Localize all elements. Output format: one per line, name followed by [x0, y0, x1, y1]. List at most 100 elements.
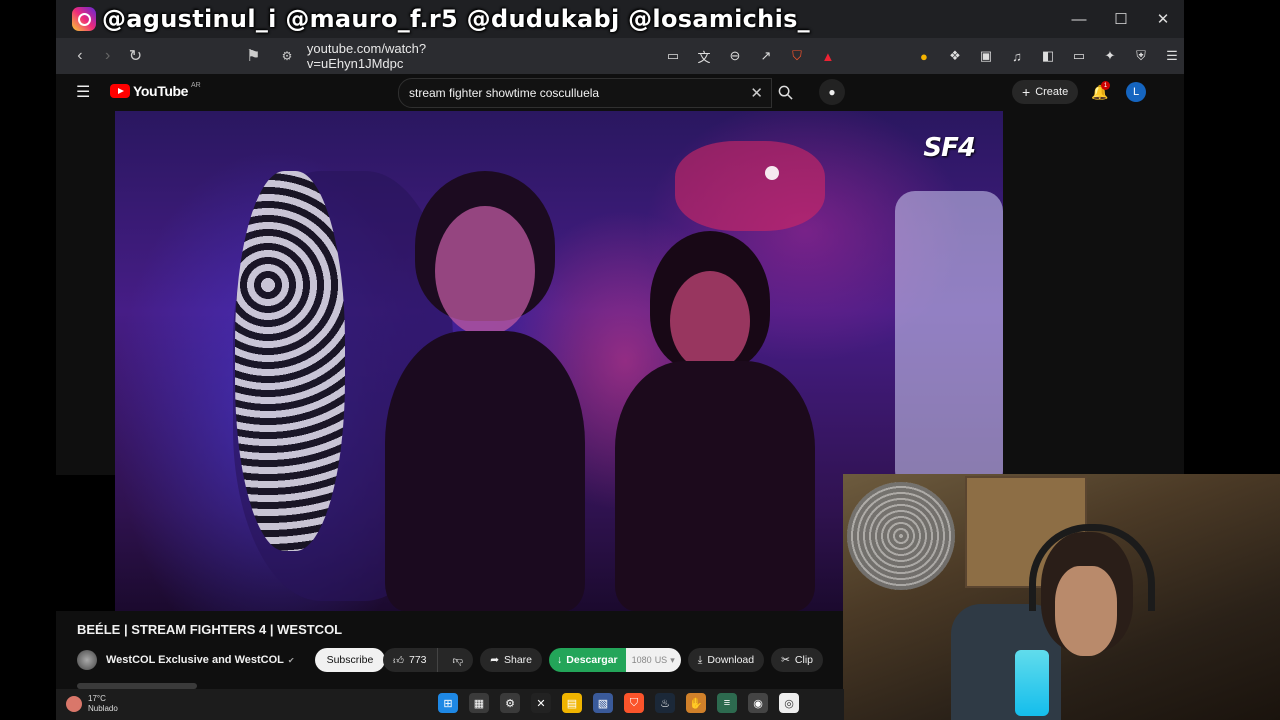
download-arrow-icon: ↓: [557, 654, 563, 666]
windows-start-icon[interactable]: ⊞: [438, 693, 458, 713]
weather-icon: [66, 696, 82, 712]
webcam-overlay: [843, 474, 1280, 720]
brave-shield-icon[interactable]: ⛉: [785, 44, 809, 68]
stream-overlay: @agustinul_i @mauro_f.r5 @dudukabj @losa…: [72, 2, 810, 36]
settings-app-icon[interactable]: ⚙: [500, 693, 520, 713]
browser-navbar: ‹ › ↻ ⚑ ⚙ youtube.com/watch?v=uEhyn1JMdp…: [56, 38, 1184, 74]
overlay-handles: @agustinul_i @mauro_f.r5 @dudukabj @losa…: [102, 5, 810, 33]
weather-widget[interactable]: 17°C Nublado: [66, 694, 118, 714]
notifications-bell-icon[interactable]: 🔔 1: [1088, 80, 1112, 104]
vpn-icon[interactable]: ⛨: [1129, 44, 1153, 68]
search-icon: [778, 85, 793, 100]
cam-fan: [847, 482, 955, 590]
minimize-button[interactable]: —: [1058, 0, 1100, 38]
window-controls: — ☐ ✕: [1058, 0, 1184, 38]
share-label: Share: [504, 654, 533, 666]
wallet-icon[interactable]: ▭: [1067, 44, 1091, 68]
descargar-extension: ↓ Descargar 1080 US ▾: [549, 648, 681, 672]
puzzle-icon[interactable]: ❖: [943, 44, 967, 68]
download-button[interactable]: ⤓ Download: [687, 648, 765, 672]
download-label: Download: [707, 654, 755, 666]
brave-browser-icon[interactable]: ⛉: [624, 693, 644, 713]
calendar-app-icon[interactable]: ▦: [469, 693, 489, 713]
share-arrow-icon: ➦: [490, 654, 499, 666]
screenshot-icon[interactable]: ▣: [974, 44, 998, 68]
sf4-watermark: SF4: [923, 133, 976, 163]
music-icon[interactable]: ♫: [1005, 44, 1029, 68]
share-icon[interactable]: ↗: [754, 44, 778, 68]
share-button[interactable]: ➦ Share: [480, 648, 543, 672]
instagram-icon: [72, 7, 96, 31]
windows-taskbar: 17°C Nublado ⊞ ▦ ⚙ ✕ ▤ ▧ ⛉ ♨ ✋ ≡ ◉ ◎: [56, 689, 844, 720]
quality-suffix: US: [654, 655, 668, 665]
taskbar-apps: ⊞ ▦ ⚙ ✕ ▤ ▧ ⛉ ♨ ✋ ≡ ◉ ◎: [438, 693, 799, 713]
weather-condition: Nublado: [88, 704, 118, 713]
hamburger-icon[interactable]: ☰: [76, 82, 90, 102]
youtube-wordmark: YouTube: [133, 83, 189, 99]
extension-coin-icon[interactable]: ●: [912, 44, 936, 68]
file-explorer-icon[interactable]: ▤: [562, 693, 582, 713]
site-info-icon[interactable]: ⚙: [273, 42, 301, 70]
cast-icon[interactable]: ▭: [661, 44, 685, 68]
clip-label: Clip: [794, 654, 813, 666]
quality-select[interactable]: 1080 US ▾: [625, 648, 681, 672]
menu-icon[interactable]: ☰: [1160, 44, 1184, 68]
search-query: stream fighter showtime cosculluela: [409, 86, 600, 100]
thumbs-down-icon: 👎︎: [452, 654, 464, 667]
bookmark-icon[interactable]: ⚑: [239, 42, 267, 70]
descargar-label: Descargar: [566, 654, 618, 666]
translate-icon[interactable]: 文: [692, 44, 716, 68]
like-dislike-group: 👍︎ 773 👎︎: [383, 648, 474, 672]
chrome-icon[interactable]: ◎: [779, 693, 799, 713]
app-icon[interactable]: ≡: [717, 693, 737, 713]
cam-cup: [1015, 650, 1049, 716]
avatar[interactable]: L: [1126, 82, 1146, 102]
verified-icon: ✔: [287, 655, 295, 665]
youtube-logo[interactable]: YouTube AR: [110, 81, 201, 99]
steam-icon[interactable]: ♨: [655, 693, 675, 713]
back-icon[interactable]: ‹: [66, 42, 94, 70]
maximize-button[interactable]: ☐: [1100, 0, 1142, 38]
zoom-icon[interactable]: ⊖: [723, 44, 747, 68]
weather-temperature: 17°C: [88, 694, 106, 703]
subscribe-button[interactable]: Subscribe: [314, 648, 386, 672]
descargar-button[interactable]: ↓ Descargar: [549, 648, 626, 672]
like-count: 773: [408, 654, 427, 666]
close-button[interactable]: ✕: [1142, 0, 1184, 38]
gallery-app-icon[interactable]: ▧: [593, 693, 613, 713]
channel-avatar[interactable]: [77, 650, 97, 670]
obs-icon[interactable]: ◉: [748, 693, 768, 713]
video-actions: 👍︎ 773 👎︎ ➦ Share ↓ Descargar 1080 US ▾ …: [383, 647, 823, 673]
mic-icon[interactable]: ●: [819, 79, 845, 105]
search-input[interactable]: stream fighter showtime cosculluela ✕: [398, 78, 772, 108]
game-app-icon[interactable]: ✋: [686, 693, 706, 713]
x-app-icon[interactable]: ✕: [531, 693, 551, 713]
clip-button[interactable]: ✂ Clip: [771, 648, 823, 672]
plus-icon: +: [1022, 84, 1031, 100]
video-info: BEÉLE | STREAM FIGHTERS 4 | WESTCOL West…: [56, 611, 844, 689]
reload-icon[interactable]: ↻: [122, 42, 150, 70]
youtube-play-icon: [110, 84, 130, 98]
sidebar-icon[interactable]: ◧: [1036, 44, 1060, 68]
notification-badge: 1: [1101, 81, 1110, 90]
leo-ai-icon[interactable]: ✦: [1098, 44, 1122, 68]
dislike-button[interactable]: 👎︎: [443, 654, 474, 667]
scissors-icon: ✂: [781, 654, 790, 666]
create-button[interactable]: + Create: [1012, 80, 1079, 104]
forward-icon[interactable]: ›: [94, 42, 122, 70]
create-label: Create: [1035, 86, 1069, 98]
search-button[interactable]: [770, 78, 800, 106]
channel-name[interactable]: WestCOL Exclusive and WestCOL: [106, 654, 284, 666]
channel-row: WestCOL Exclusive and WestCOL ✔ Subscrib…: [77, 647, 386, 673]
thumbs-up-icon: 👍︎: [393, 654, 404, 667]
video-title: BEÉLE | STREAM FIGHTERS 4 | WESTCOL: [77, 622, 343, 637]
youtube-header: ☰ YouTube AR stream fighter showtime cos…: [56, 74, 1184, 110]
brave-rewards-icon[interactable]: ▲: [816, 44, 840, 68]
like-button[interactable]: 👍︎ 773: [383, 648, 438, 672]
download-icon: ⤓: [697, 653, 703, 666]
clear-search-icon[interactable]: ✕: [750, 84, 763, 102]
quality-value: 1080: [631, 655, 652, 665]
country-code: AR: [191, 81, 201, 89]
chevron-down-icon: ▾: [670, 654, 675, 665]
address-bar[interactable]: youtube.com/watch?v=uEhyn1JMdpc: [307, 41, 521, 71]
